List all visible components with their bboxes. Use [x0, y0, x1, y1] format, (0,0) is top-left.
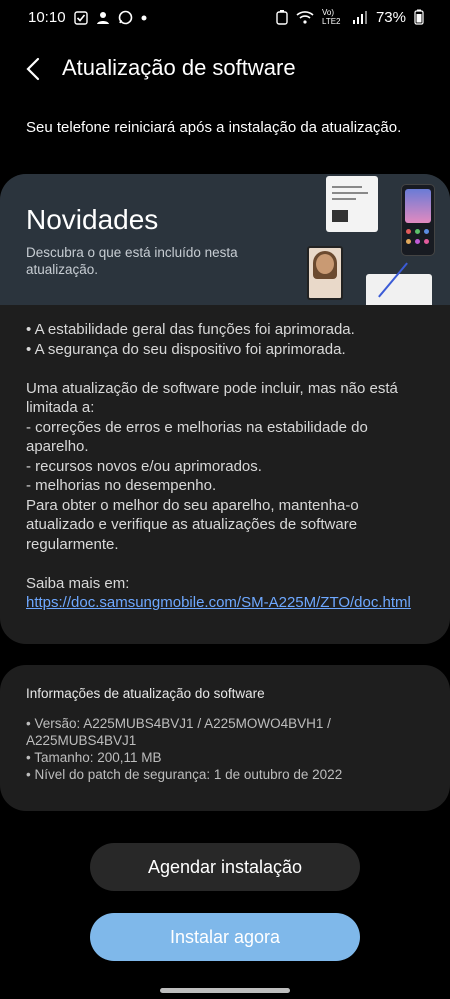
check-icon — [74, 10, 88, 25]
back-button[interactable] — [18, 52, 48, 86]
app-bar: Atualização de software — [0, 44, 450, 94]
foldable-illustration — [307, 246, 343, 300]
document-illustration — [326, 176, 378, 232]
alarm-icon — [276, 10, 288, 25]
patch-level-text: • Nível do patch de segurança: 1 de outu… — [26, 767, 343, 782]
battery-percent: 73% — [375, 8, 406, 26]
whats-new-card: Novidades Descubra o que está incluído n… — [0, 174, 450, 644]
status-bar: 10:10 Vo) LTE2 73% — [0, 0, 450, 36]
list-item: • A segurança do seu dispositivo foi apr… — [26, 340, 346, 358]
body-text: Uma atualização de software pode incluir… — [26, 379, 398, 417]
system-icons: Vo) LTE2 73% — [276, 8, 424, 26]
body-text: - correções de erros e melhorias na esta… — [26, 418, 368, 456]
page-title: Atualização de software — [62, 55, 296, 80]
person-icon — [97, 11, 109, 24]
update-info-title: Informações de atualização do software — [26, 686, 265, 701]
whats-new-header: Novidades Descubra o que está incluído n… — [0, 174, 450, 305]
network-label: Vo) LTE2 — [321, 8, 341, 26]
body-text: Para obter o melhor do seu aparelho, man… — [26, 496, 359, 553]
chevron-left-icon — [26, 57, 40, 81]
whats-new-title: Novidades — [26, 204, 159, 235]
install-now-button[interactable]: Instalar agora — [90, 913, 360, 961]
body-text: - recursos novos e/ou aprimorados. — [26, 457, 262, 475]
update-info-card: Informações de atualização do software •… — [0, 665, 450, 811]
notification-icons — [74, 10, 147, 25]
battery-icon — [414, 9, 424, 25]
signal-icon — [352, 11, 367, 24]
update-info-body: • Versão: A225MUBS4BVJ1 / A225MOWO4BVH1 … — [26, 715, 426, 783]
dot-icon — [141, 15, 147, 20]
version-text: • Versão: A225MUBS4BVJ1 / A225MOWO4BVH1 … — [26, 716, 331, 748]
phone-illustration — [401, 184, 435, 256]
whats-new-subtitle: Descubra o que está incluído nesta atual… — [26, 245, 238, 277]
restart-notice: Seu telefone reiniciará após a instalaçã… — [26, 119, 402, 136]
whats-new-body: • A estabilidade geral das funções foi a… — [26, 320, 426, 613]
more-info-label: Saiba mais em: — [26, 574, 130, 592]
body-text: - melhorias no desempenho. — [26, 477, 217, 494]
more-info-link[interactable]: https://doc.samsungmobile.com/SM-A225M/Z… — [26, 594, 411, 611]
schedule-install-button[interactable]: Agendar instalação — [90, 843, 360, 891]
tablet-illustration — [366, 274, 432, 305]
whatsapp-icon — [118, 10, 133, 25]
size-text: • Tamanho: 200,11 MB — [26, 750, 162, 765]
list-item: • A estabilidade geral das funções foi a… — [26, 321, 355, 338]
status-time: 10:10 — [28, 9, 66, 26]
wifi-icon — [296, 11, 314, 24]
gesture-nav-bar[interactable] — [160, 988, 290, 993]
